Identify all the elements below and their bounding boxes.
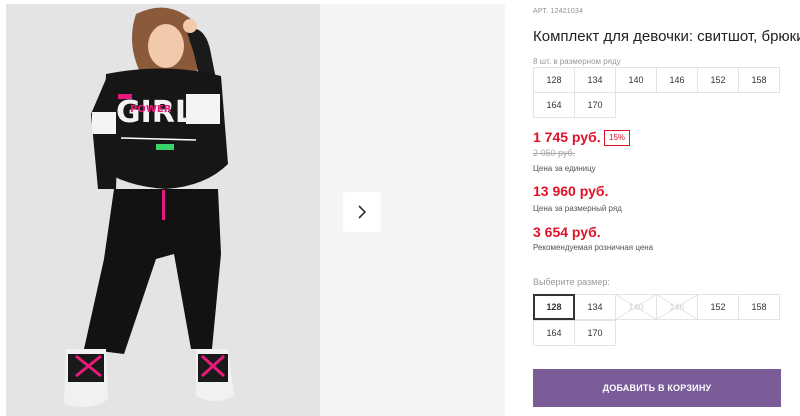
size-option-170[interactable]: 170	[574, 320, 616, 346]
size-option-152[interactable]: 152	[697, 294, 739, 320]
pack-size-cell: 170	[574, 92, 616, 118]
unit-price: 1 745 руб.	[533, 129, 601, 145]
unit-price-caption: Цена за единицу	[533, 164, 596, 173]
size-option-146: 146	[656, 294, 698, 320]
article-number: АРТ. 12421034	[533, 8, 584, 15]
discount-badge: 15%	[604, 130, 631, 146]
product-photo: GIRL POWER	[6, 4, 320, 416]
pack-size-cell: 140	[615, 67, 657, 93]
size-option-158[interactable]: 158	[738, 294, 780, 320]
pack-size-cell: 164	[533, 92, 575, 118]
pack-size-grid: 128 134 140 146 152 158 164 170	[533, 67, 780, 118]
strike-icon	[657, 295, 697, 319]
pack-size-cell: 134	[574, 67, 616, 93]
chevron-right-icon	[358, 205, 367, 219]
rrp-caption: Рекомендуемая розничная цена	[533, 243, 654, 252]
choose-size-label: Выберите размер:	[533, 277, 610, 287]
row-price: 13 960 руб.	[533, 183, 609, 199]
size-option-140: 140	[615, 294, 657, 320]
pack-size-cell: 146	[656, 67, 698, 93]
rrp-price: 3 654 руб.	[533, 224, 601, 240]
pack-size-cell: 152	[697, 67, 739, 93]
print-subtext: POWER	[130, 104, 172, 115]
size-option-164[interactable]: 164	[533, 320, 575, 346]
gallery-next-button[interactable]	[343, 192, 381, 232]
product-image[interactable]: GIRL POWER	[6, 4, 320, 416]
old-price: 2 050 руб.	[533, 148, 576, 158]
row-price-caption: Цена за размерный ряд	[533, 204, 622, 213]
size-option-134[interactable]: 134	[574, 294, 616, 320]
strike-icon	[616, 295, 656, 319]
product-title: Комплект для девочки: свитшот, брюки	[533, 28, 800, 45]
pack-size-cell: 128	[533, 67, 575, 93]
pack-size-label: 8 шт. в размерном ряду	[533, 57, 621, 66]
size-selector: 128 134 140 146 152 158 164 170	[533, 294, 780, 346]
pack-size-cell: 158	[738, 67, 780, 93]
add-to-cart-button[interactable]: ДОБАВИТЬ В КОРЗИНУ	[533, 369, 781, 407]
size-option-128[interactable]: 128	[533, 294, 575, 320]
